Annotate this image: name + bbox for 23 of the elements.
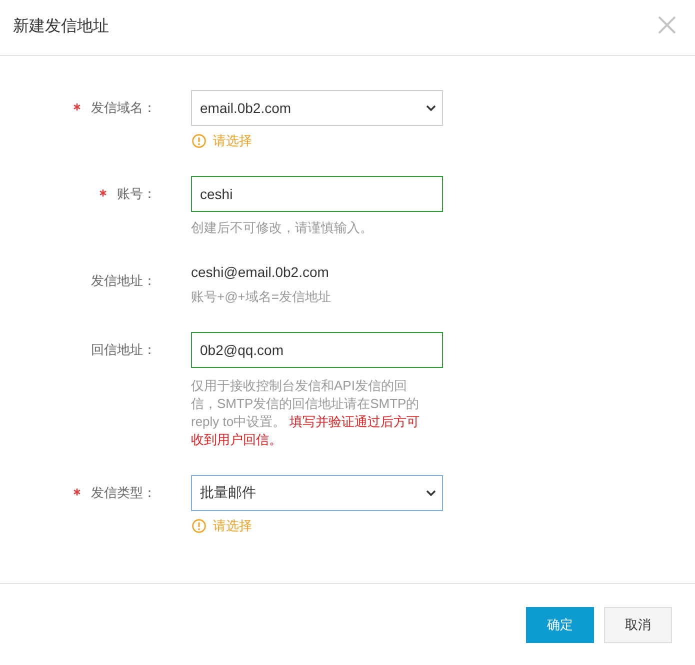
field-label: 账号： xyxy=(117,185,156,203)
field-value: ceshi@email.0b2.com xyxy=(191,263,329,281)
close-icon xyxy=(658,16,676,34)
chevron-down-icon xyxy=(426,105,436,111)
field-label: 发信类型： xyxy=(91,484,156,502)
warning-icon xyxy=(192,134,206,148)
hint-text: 账号+@+域名=发信地址 xyxy=(191,288,331,306)
field-label: 回信地址： xyxy=(91,341,156,359)
field-label: 发信域名： xyxy=(91,99,156,117)
chevron-down-icon xyxy=(426,490,436,496)
warning-icon xyxy=(192,519,206,533)
field-label: 发信地址： xyxy=(91,272,156,290)
input-field[interactable]: ceshi xyxy=(191,176,443,212)
dropdown-field[interactable]: email.0b2.com xyxy=(191,90,443,126)
dropdown-field[interactable]: 批量邮件 xyxy=(191,475,443,511)
warning-text: 请选择 xyxy=(213,517,252,535)
close-button[interactable] xyxy=(658,16,676,34)
hint-text: 创建后不可修改，请谨慎输入。 xyxy=(191,219,373,237)
input-field[interactable]: 0b2@qq.com xyxy=(191,332,443,368)
warning-text: 请选择 xyxy=(213,132,252,150)
cancel-button[interactable]: 取消 xyxy=(604,607,672,643)
dialog-title: 新建发信地址 xyxy=(13,16,109,36)
hint-text: 仅用于接收控制台发信和API发信的回信，SMTP发信的回信地址请在SMTP的reply to中设置。 填写并验证通过后方可收到用户回信。 xyxy=(191,377,421,449)
